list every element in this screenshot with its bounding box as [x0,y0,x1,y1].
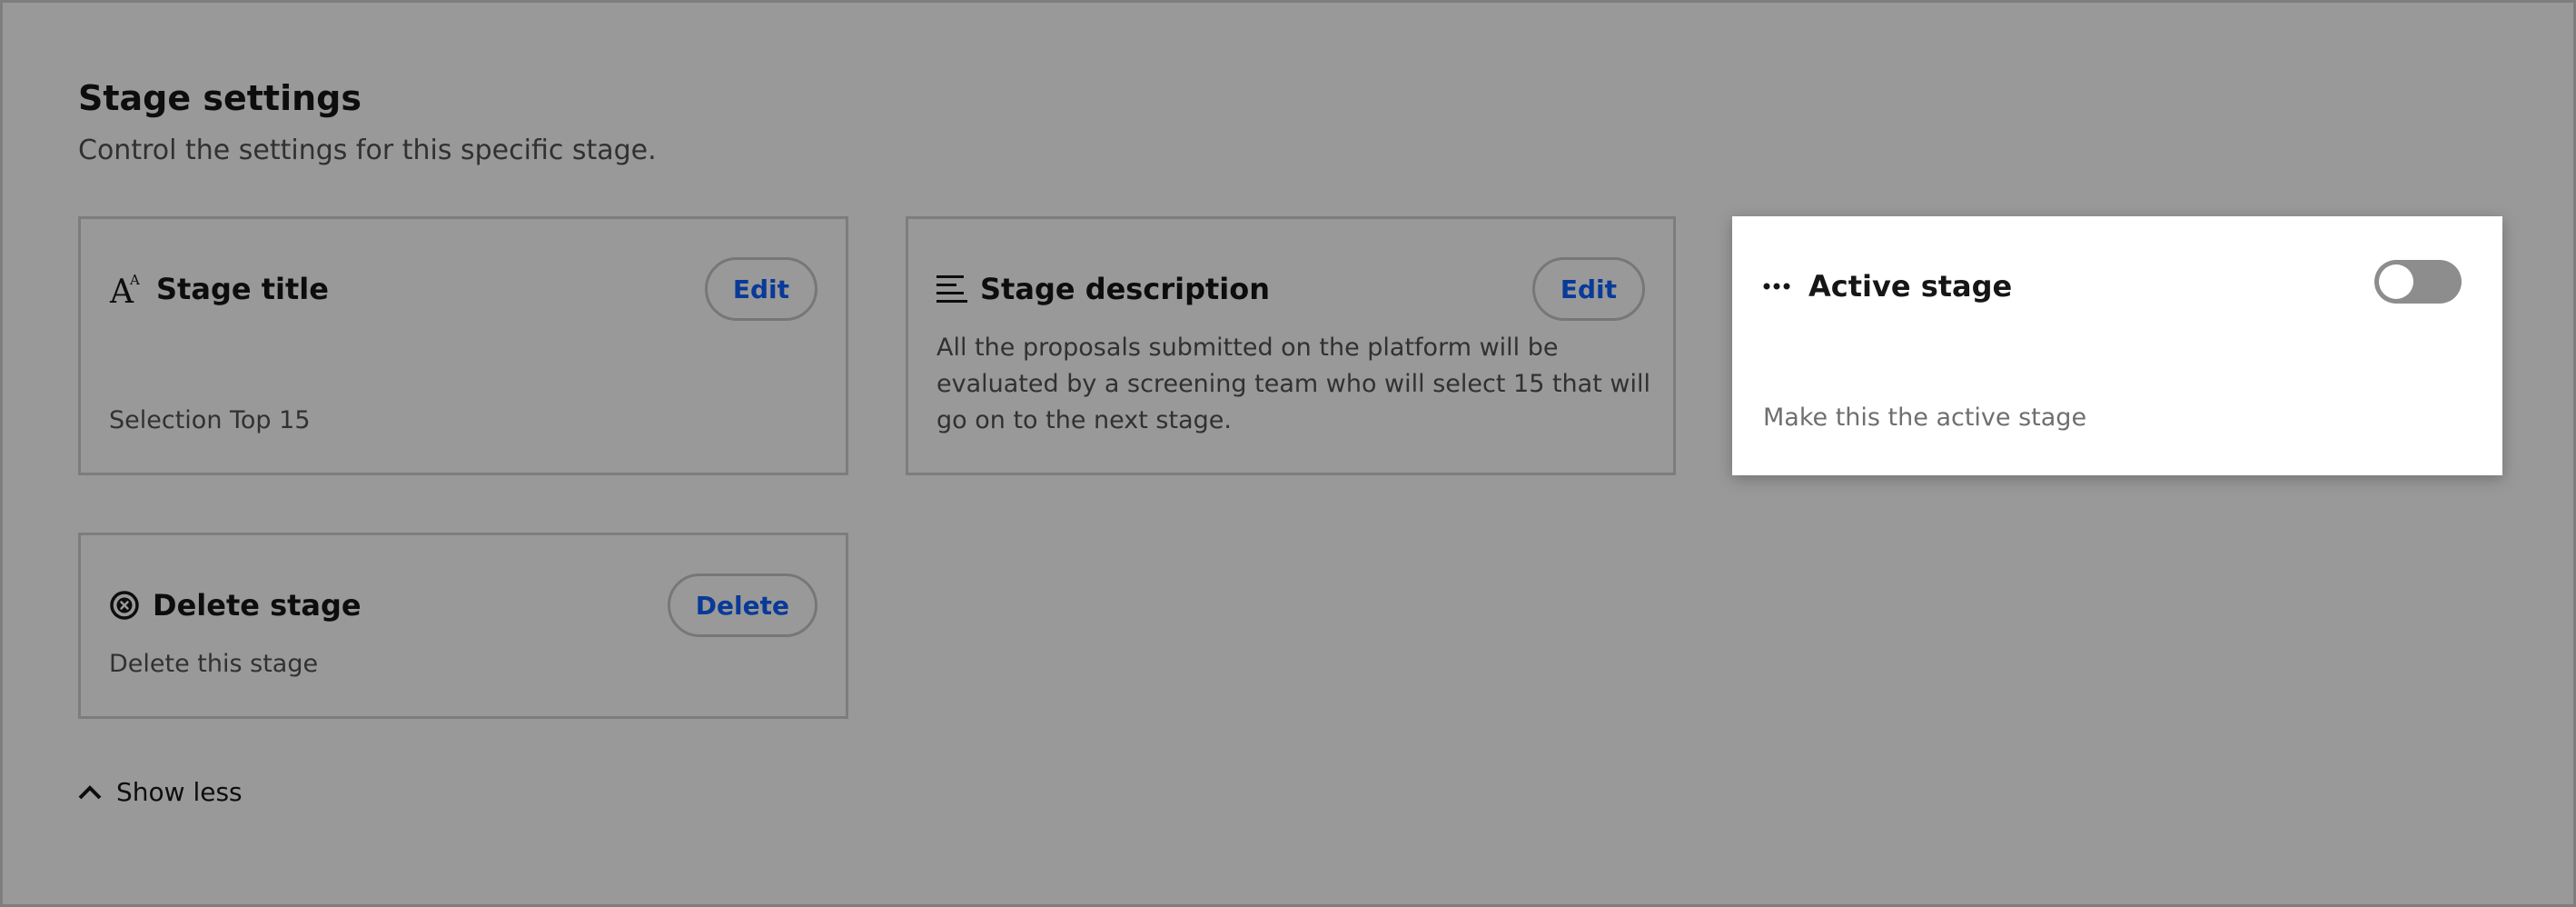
toggle-knob [2379,264,2413,299]
page-subtitle: Control the settings for this specific s… [78,135,657,166]
edit-stage-title-button[interactable]: Edit [704,257,817,321]
stage-description-card: Stage description Edit All the proposals… [906,216,1676,475]
stage-title-value: Selection Top 15 [109,406,311,434]
close-circle-icon [109,590,140,621]
active-stage-label: Active stage [1808,269,2013,304]
active-stage-header: Active stage [1763,269,2012,304]
delete-stage-card: Delete stage Delete Delete this stage [78,533,848,719]
delete-stage-header: Delete stage [109,588,362,623]
align-left-icon [936,274,967,304]
active-stage-card: Active stage Make this the active stage [1732,216,2502,475]
show-less-label: Show less [116,777,243,807]
overflow-dots-icon [1763,281,1792,292]
delete-stage-description: Delete this stage [109,650,319,678]
stage-description-label: Stage description [980,272,1270,306]
text-font-icon: A A [109,272,144,306]
stage-settings-panel: Stage settings Control the settings for … [0,0,2576,907]
stage-title-header: A A Stage title [109,272,329,306]
delete-stage-label: Delete stage [153,588,362,623]
stage-description-header: Stage description [936,272,1270,306]
edit-stage-description-button[interactable]: Edit [1531,257,1645,321]
active-stage-description: Make this the active stage [1763,404,2087,432]
stage-title-label: Stage title [156,272,329,306]
show-less-button[interactable]: Show less [78,777,243,807]
svg-text:A: A [129,272,140,288]
page-title: Stage settings [78,78,362,118]
stage-description-value: All the proposals submitted on the platf… [936,334,1650,434]
delete-stage-button[interactable]: Delete [667,573,817,637]
stage-title-card: A A Stage title Edit Selection Top 15 [78,216,848,475]
active-stage-toggle[interactable] [2374,260,2462,304]
chevron-up-icon [78,784,102,801]
